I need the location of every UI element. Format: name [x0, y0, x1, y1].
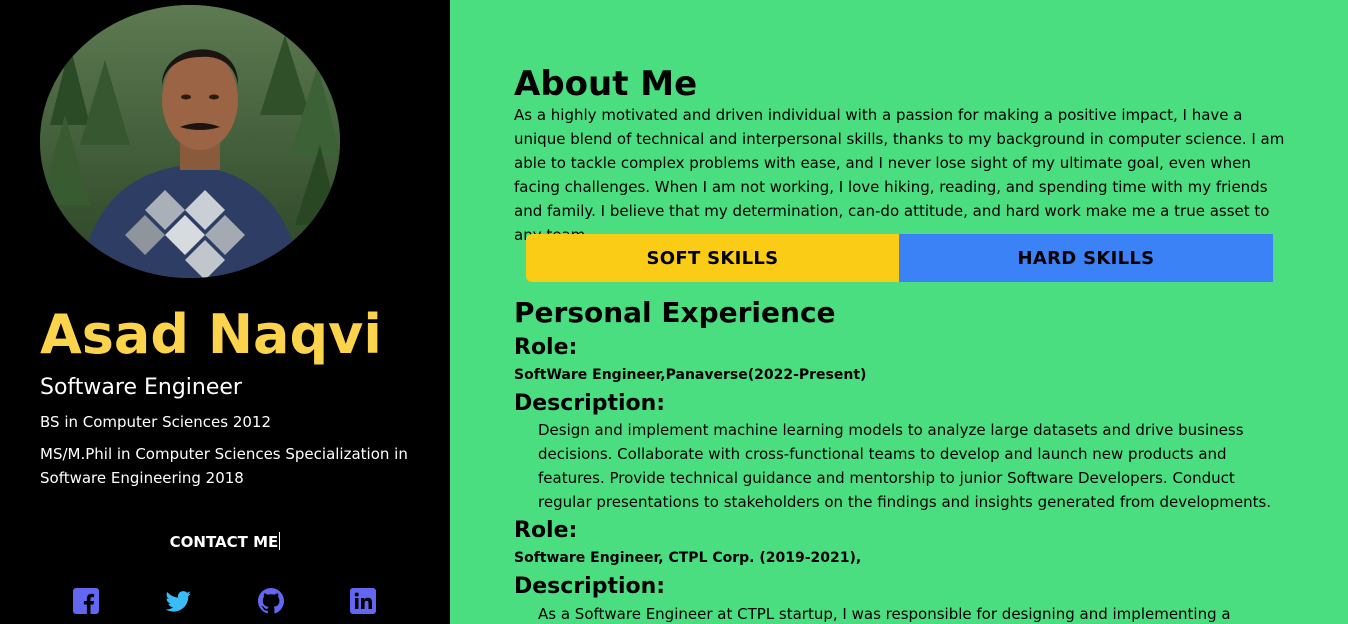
description-label: Description: [514, 391, 666, 416]
text-cursor [279, 532, 281, 550]
role-label: Role: [514, 335, 578, 360]
education-item: MS/M.Phil in Computer Sciences Specializ… [40, 445, 408, 487]
skills-tabs: SOFT SKILLS HARD SKILLS [526, 234, 1273, 282]
role-value: SoftWare Engineer,Panaverse(2022-Present… [514, 367, 867, 383]
description-text: As a Software Engineer at CTPL startup, … [538, 605, 1231, 623]
soft-skills-button[interactable]: SOFT SKILLS [526, 234, 899, 282]
about-text: As a highly motivated and driven individ… [514, 106, 1285, 244]
about-heading: About Me [514, 64, 698, 104]
job-title: Software Engineer [40, 375, 242, 400]
main-content: About Me As a highly motivated and drive… [450, 0, 1348, 624]
github-icon [258, 588, 284, 614]
page: Asad Naqvi Software Engineer BS in Compu… [0, 0, 1348, 624]
experience-heading: Personal Experience [514, 296, 836, 329]
twitter-icon [165, 591, 191, 612]
contact-me-button[interactable]: CONTACT ME [0, 531, 450, 553]
description-text: Design and implement machine learning mo… [538, 421, 1272, 511]
twitter-link[interactable] [163, 586, 193, 616]
contact-me-label[interactable]: CONTACT ME [170, 533, 279, 551]
role-value: Software Engineer, CTPL Corp. (2019-2021… [514, 550, 862, 566]
github-link[interactable] [256, 586, 286, 616]
profile-sidebar: Asad Naqvi Software Engineer BS in Compu… [0, 0, 450, 624]
profile-photo [40, 5, 340, 278]
avatar [40, 5, 340, 278]
role-label: Role: [514, 518, 578, 543]
education-item: BS in Computer Sciences 2012 [40, 413, 271, 431]
linkedin-icon [350, 588, 376, 614]
facebook-icon [73, 588, 99, 614]
linkedin-link[interactable] [348, 586, 378, 616]
description-label: Description: [514, 574, 666, 599]
profile-name: Asad Naqvi [40, 303, 382, 366]
facebook-link[interactable] [71, 586, 101, 616]
hard-skills-button[interactable]: HARD SKILLS [899, 234, 1273, 282]
